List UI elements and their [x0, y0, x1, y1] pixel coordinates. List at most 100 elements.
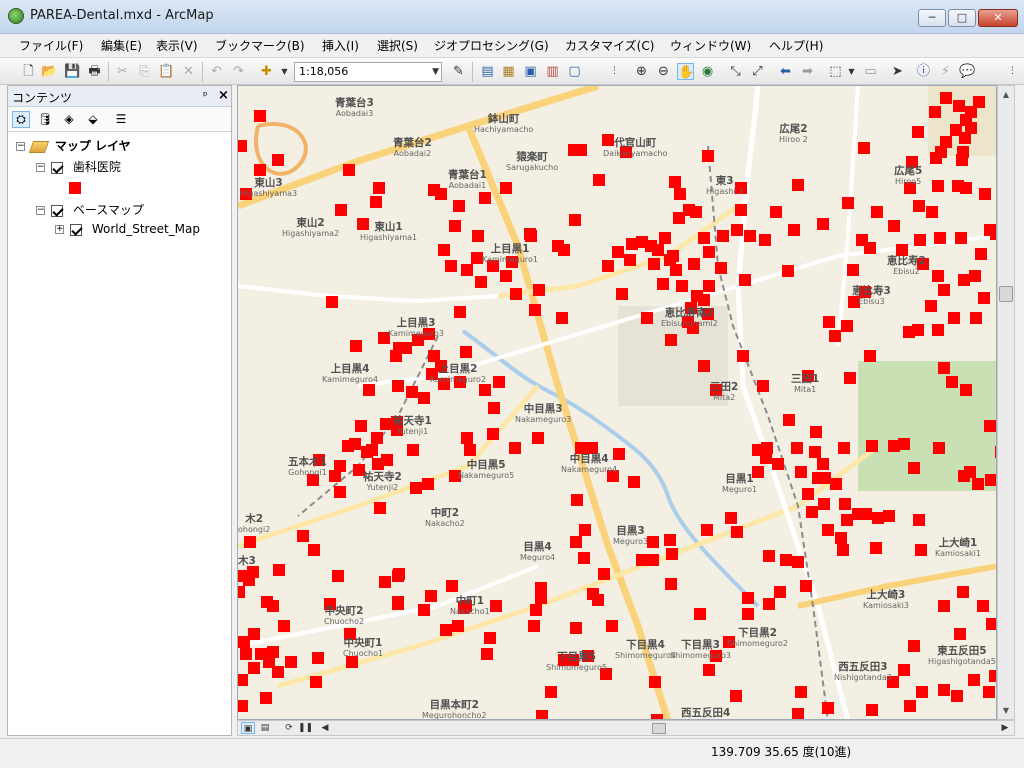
dental-clinic-point[interactable]	[860, 508, 872, 520]
dental-clinic-point[interactable]	[872, 512, 884, 524]
redo-icon[interactable]: ↷	[230, 63, 247, 80]
dental-clinic-point[interactable]	[912, 126, 924, 138]
dental-clinic-point[interactable]	[759, 234, 771, 246]
dental-clinic-point[interactable]	[817, 218, 829, 230]
list-by-source-icon[interactable]: 🛢	[36, 111, 54, 128]
dental-clinic-point[interactable]	[592, 594, 604, 606]
dental-clinic-point[interactable]	[795, 466, 807, 478]
menu-help[interactable]: ヘルプ(H)	[769, 37, 823, 54]
dental-clinic-point[interactable]	[698, 232, 710, 244]
clear-selection-icon[interactable]: ▭	[862, 63, 879, 80]
dental-clinic-point[interactable]	[392, 598, 404, 610]
options-icon[interactable]: ☰	[112, 111, 130, 128]
dental-clinic-point[interactable]	[977, 600, 989, 612]
dental-clinic-point[interactable]	[725, 512, 737, 524]
python-window-icon[interactable]: ▢	[566, 63, 583, 80]
dental-clinic-point[interactable]	[606, 620, 618, 632]
dental-clinic-point[interactable]	[986, 618, 997, 630]
dental-clinic-point[interactable]	[248, 662, 260, 674]
dental-clinic-point[interactable]	[822, 524, 834, 536]
dental-clinic-point[interactable]	[969, 270, 981, 282]
dental-clinic-point[interactable]	[659, 232, 671, 244]
dental-clinic-point[interactable]	[823, 316, 835, 328]
add-data-icon[interactable]: ✚	[258, 63, 275, 80]
dental-clinic-point[interactable]	[948, 312, 960, 324]
dental-clinic-point[interactable]	[392, 380, 404, 392]
dental-clinic-point[interactable]	[380, 418, 392, 430]
list-by-drawing-order-icon[interactable]: ⛭	[12, 111, 30, 128]
dental-clinic-point[interactable]	[598, 568, 610, 580]
dental-clinic-point[interactable]	[908, 640, 920, 652]
dental-clinic-point[interactable]	[254, 110, 266, 122]
dental-clinic-point[interactable]	[363, 384, 375, 396]
identify-info-icon[interactable]: ⓘ	[915, 63, 932, 80]
dental-clinic-point[interactable]	[839, 498, 851, 510]
dental-clinic-point[interactable]	[484, 632, 496, 644]
dental-clinic-point[interactable]	[297, 530, 309, 542]
dental-clinic-point[interactable]	[818, 498, 830, 510]
dental-clinic-point[interactable]	[912, 324, 924, 336]
dental-clinic-point[interactable]	[908, 462, 920, 474]
dental-clinic-point[interactable]	[933, 442, 945, 454]
dental-clinic-point[interactable]	[334, 460, 346, 472]
data-view-icon[interactable]: ▣	[241, 722, 255, 734]
dental-clinic-point[interactable]	[717, 230, 729, 242]
save-icon[interactable]: 💾	[64, 63, 81, 80]
dental-clinic-point[interactable]	[464, 444, 476, 456]
dental-clinic-point[interactable]	[350, 340, 362, 352]
dental-clinic-point[interactable]	[308, 544, 320, 556]
dental-clinic-point[interactable]	[763, 598, 775, 610]
dental-clinic-point[interactable]	[694, 608, 706, 620]
dental-clinic-point[interactable]	[343, 164, 355, 176]
dental-clinic-point[interactable]	[972, 478, 984, 490]
copy-icon[interactable]: ⎘	[136, 63, 153, 80]
dental-clinic-point[interactable]	[929, 106, 941, 118]
dental-clinic-point[interactable]	[238, 140, 247, 152]
map-vertical-scrollbar[interactable]: ▲ ▼	[997, 85, 1015, 720]
chevron-down-icon[interactable]: ▼	[432, 63, 439, 81]
open-folder-icon[interactable]: 📂	[41, 63, 58, 80]
dental-clinic-point[interactable]	[488, 402, 500, 414]
dental-point-symbol[interactable]	[69, 182, 81, 194]
horizontal-scrollbar-thumb[interactable]	[652, 723, 666, 734]
undo-icon[interactable]: ↶	[208, 63, 225, 80]
dental-clinic-point[interactable]	[612, 246, 624, 258]
dental-clinic-point[interactable]	[810, 426, 822, 438]
dental-clinic-point[interactable]	[647, 554, 659, 566]
dental-clinic-point[interactable]	[238, 570, 249, 582]
dental-clinic-point[interactable]	[730, 690, 742, 702]
dental-clinic-point[interactable]	[410, 482, 422, 494]
dental-clinic-point[interactable]	[479, 384, 491, 396]
fixed-zoom-out-icon[interactable]: ⤢	[749, 63, 766, 80]
dental-clinic-point[interactable]	[533, 284, 545, 296]
menu-window[interactable]: ウィンドウ(W)	[670, 37, 751, 54]
search-window-icon[interactable]: ▣	[522, 63, 539, 80]
dental-clinic-point[interactable]	[449, 220, 461, 232]
minimize-button[interactable]: ─	[918, 9, 946, 27]
dental-clinic-point[interactable]	[418, 392, 430, 404]
dental-clinic-point[interactable]	[864, 242, 876, 254]
menu-view[interactable]: 表示(V)	[156, 37, 198, 54]
dental-clinic-point[interactable]	[334, 486, 346, 498]
dental-clinic-point[interactable]	[959, 132, 971, 144]
catalog-window-icon[interactable]: ▦	[500, 63, 517, 80]
dental-clinic-point[interactable]	[326, 296, 338, 308]
full-extent-globe-icon[interactable]: ◉	[699, 63, 716, 80]
dental-clinic-point[interactable]	[782, 265, 794, 277]
dental-clinic-point[interactable]	[788, 224, 800, 236]
dental-clinic-point[interactable]	[569, 214, 581, 226]
dental-clinic-point[interactable]	[883, 510, 895, 522]
dental-clinic-point[interactable]	[938, 362, 950, 374]
dental-clinic-point[interactable]	[938, 684, 950, 696]
dental-clinic-point[interactable]	[558, 244, 570, 256]
dental-clinic-point[interactable]	[940, 136, 952, 148]
dental-clinic-point[interactable]	[636, 236, 648, 248]
dental-clinic-point[interactable]	[930, 152, 942, 164]
map-scale-combobox[interactable]: 1:18,056 ▼	[294, 62, 442, 82]
dental-clinic-point[interactable]	[475, 276, 487, 288]
dental-clinic-point[interactable]	[452, 620, 464, 632]
menu-select[interactable]: 選択(S)	[377, 37, 418, 54]
dental-clinic-point[interactable]	[772, 458, 784, 470]
dental-clinic-point[interactable]	[370, 196, 382, 208]
add-data-dropdown-icon[interactable]: ▼	[276, 63, 293, 80]
